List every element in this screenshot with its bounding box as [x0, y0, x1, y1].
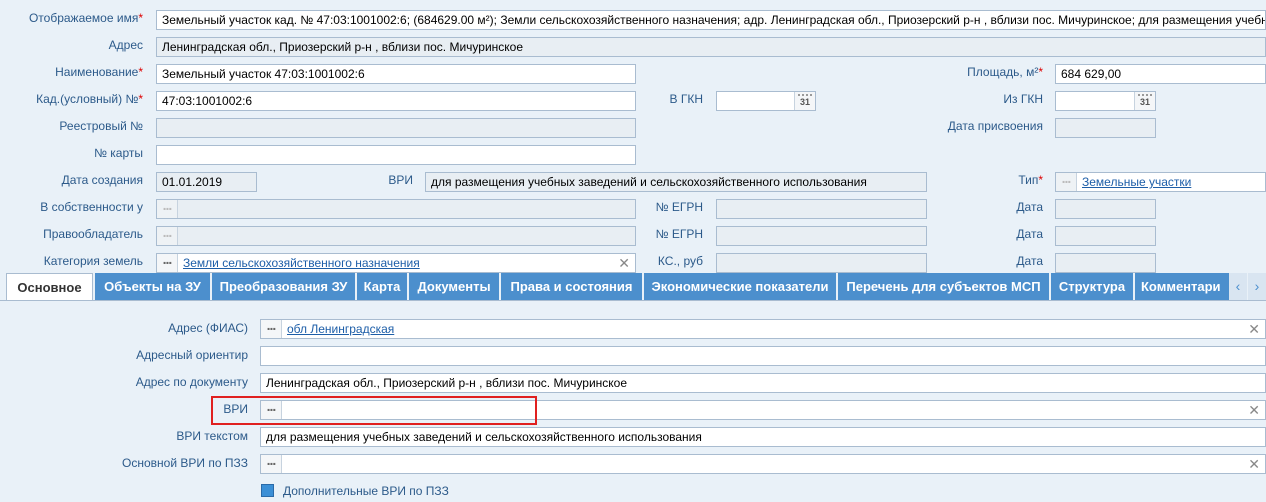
egrn1-field: [716, 199, 927, 219]
address-field: Ленинградская обл., Приозерский р-н , вб…: [156, 37, 1266, 57]
registry-number-label: Реестровый №: [59, 119, 143, 133]
address-fias-label: Адрес (ФИАС): [168, 321, 248, 335]
select-dots-button[interactable]: ...: [261, 320, 282, 338]
date3-label: Дата: [1016, 254, 1043, 268]
area-label: Площадь, м²*: [967, 65, 1043, 79]
created-date-label: Дата создания: [61, 173, 143, 187]
vri-text-field[interactable]: для размещения учебных заведений и сельс…: [260, 427, 1266, 447]
display-name-field[interactable]: Земельный участок кад. № 47:03:1001002:6…: [156, 10, 1266, 30]
v-gkn-label: В ГКН: [669, 92, 704, 106]
tab-divider: [0, 300, 1266, 301]
tab-documents[interactable]: Документы: [409, 273, 499, 300]
tab-bar: Основное Объекты на ЗУ Преобразования ЗУ…: [6, 273, 1266, 300]
vri-label: ВРИ: [388, 173, 413, 187]
select-dots-button[interactable]: ...: [157, 227, 178, 245]
main-vri-pzz-field[interactable]: ... ✕: [260, 454, 1266, 474]
owned-by-label: В собственности у: [40, 200, 143, 214]
card-number-label: № карты: [94, 146, 143, 160]
address-fias-field[interactable]: ... обл Ленинградская ✕: [260, 319, 1266, 339]
cad-number-label: Кад.(условный) №*: [36, 92, 143, 106]
rights-holder-field: ...: [156, 226, 636, 246]
clear-icon[interactable]: ✕: [1248, 401, 1260, 419]
land-category-label: Категория земель: [43, 254, 143, 268]
calendar-icon[interactable]: 31: [794, 92, 815, 110]
egrn1-label: № ЕГРН: [655, 200, 703, 214]
rights-holder-label: Правообладатель: [43, 227, 143, 241]
area-field[interactable]: 684 629,00: [1055, 64, 1266, 84]
assign-date-label: Дата присвоения: [947, 119, 1043, 133]
date2-label: Дата: [1016, 227, 1043, 241]
assign-date-field: [1055, 118, 1156, 138]
calendar-icon[interactable]: 31: [1134, 92, 1155, 110]
extra-vri-pzz-checkbox[interactable]: [261, 484, 274, 497]
registry-number-field: [156, 118, 636, 138]
tab-transformations[interactable]: Преобразования ЗУ: [212, 273, 355, 300]
display-name-label: Отображаемое имя*: [28, 11, 143, 25]
select-dots-button[interactable]: ...: [157, 200, 178, 218]
egrn2-label: № ЕГРН: [655, 227, 703, 241]
land-category-link[interactable]: Земли сельскохозяйственного назначения: [183, 256, 420, 270]
created-date-field: 01.01.2019: [156, 172, 257, 192]
date2-field: [1055, 226, 1156, 246]
tab-main[interactable]: Основное: [6, 273, 93, 300]
ks-field: [716, 253, 927, 273]
cad-number-field[interactable]: 47:03:1001002:6: [156, 91, 636, 111]
date1-label: Дата: [1016, 200, 1043, 214]
address-doc-field[interactable]: Ленинградская обл., Приозерский р-н , вб…: [260, 373, 1266, 393]
select-dots-button[interactable]: ...: [157, 254, 178, 272]
address-label: Адрес: [108, 38, 143, 52]
clear-icon[interactable]: ✕: [1248, 320, 1260, 338]
tab-scroll-right-button[interactable]: ›: [1248, 273, 1266, 300]
main-vri-pzz-label: Основной ВРИ по ПЗЗ: [122, 456, 248, 470]
clear-icon[interactable]: ✕: [1248, 455, 1260, 473]
v-gkn-field[interactable]: 31: [716, 91, 816, 111]
tab-rights[interactable]: Права и состояния: [501, 273, 642, 300]
address-landmark-label: Адресный ориентир: [136, 348, 248, 362]
tab-map[interactable]: Карта: [357, 273, 407, 300]
owned-by-field: ...: [156, 199, 636, 219]
highlight-box: [211, 396, 537, 425]
tab-scroll-left-button[interactable]: ‹: [1229, 273, 1247, 300]
land-category-field[interactable]: ... Земли сельскохозяйственного назначени…: [156, 253, 636, 273]
type-field[interactable]: ... Земельные участки: [1055, 172, 1266, 192]
address-landmark-field[interactable]: [260, 346, 1266, 366]
iz-gkn-field[interactable]: 31: [1055, 91, 1156, 111]
card-number-field[interactable]: [156, 145, 636, 165]
type-link[interactable]: Земельные участки: [1082, 175, 1191, 189]
select-dots-button[interactable]: ...: [1056, 173, 1077, 191]
vri-field: для размещения учебных заведений и сельс…: [425, 172, 927, 192]
ks-label: КС., руб: [657, 254, 703, 268]
tab-comments[interactable]: Комментари: [1135, 273, 1229, 300]
tab-msp-list[interactable]: Перечень для субъектов МСП: [838, 273, 1049, 300]
address-fias-link[interactable]: обл Ленинградская: [287, 322, 394, 336]
tab-economic[interactable]: Экономические показатели: [644, 273, 836, 300]
select-dots-button[interactable]: ...: [261, 455, 282, 473]
tab-structure[interactable]: Структура: [1051, 273, 1133, 300]
extra-vri-pzz-label: Дополнительные ВРИ по ПЗЗ: [283, 484, 449, 498]
vri-text-label: ВРИ текстом: [176, 429, 248, 443]
name-label: Наименование*: [55, 65, 143, 79]
iz-gkn-label: Из ГКН: [1003, 92, 1043, 106]
type-label: Тип*: [1018, 173, 1043, 187]
egrn2-field: [716, 226, 927, 246]
date1-field: [1055, 199, 1156, 219]
date3-field: [1055, 253, 1156, 273]
address-doc-label: Адрес по документу: [135, 375, 248, 389]
tab-objects[interactable]: Объекты на ЗУ: [95, 273, 210, 300]
name-field[interactable]: Земельный участок 47:03:1001002:6: [156, 64, 636, 84]
